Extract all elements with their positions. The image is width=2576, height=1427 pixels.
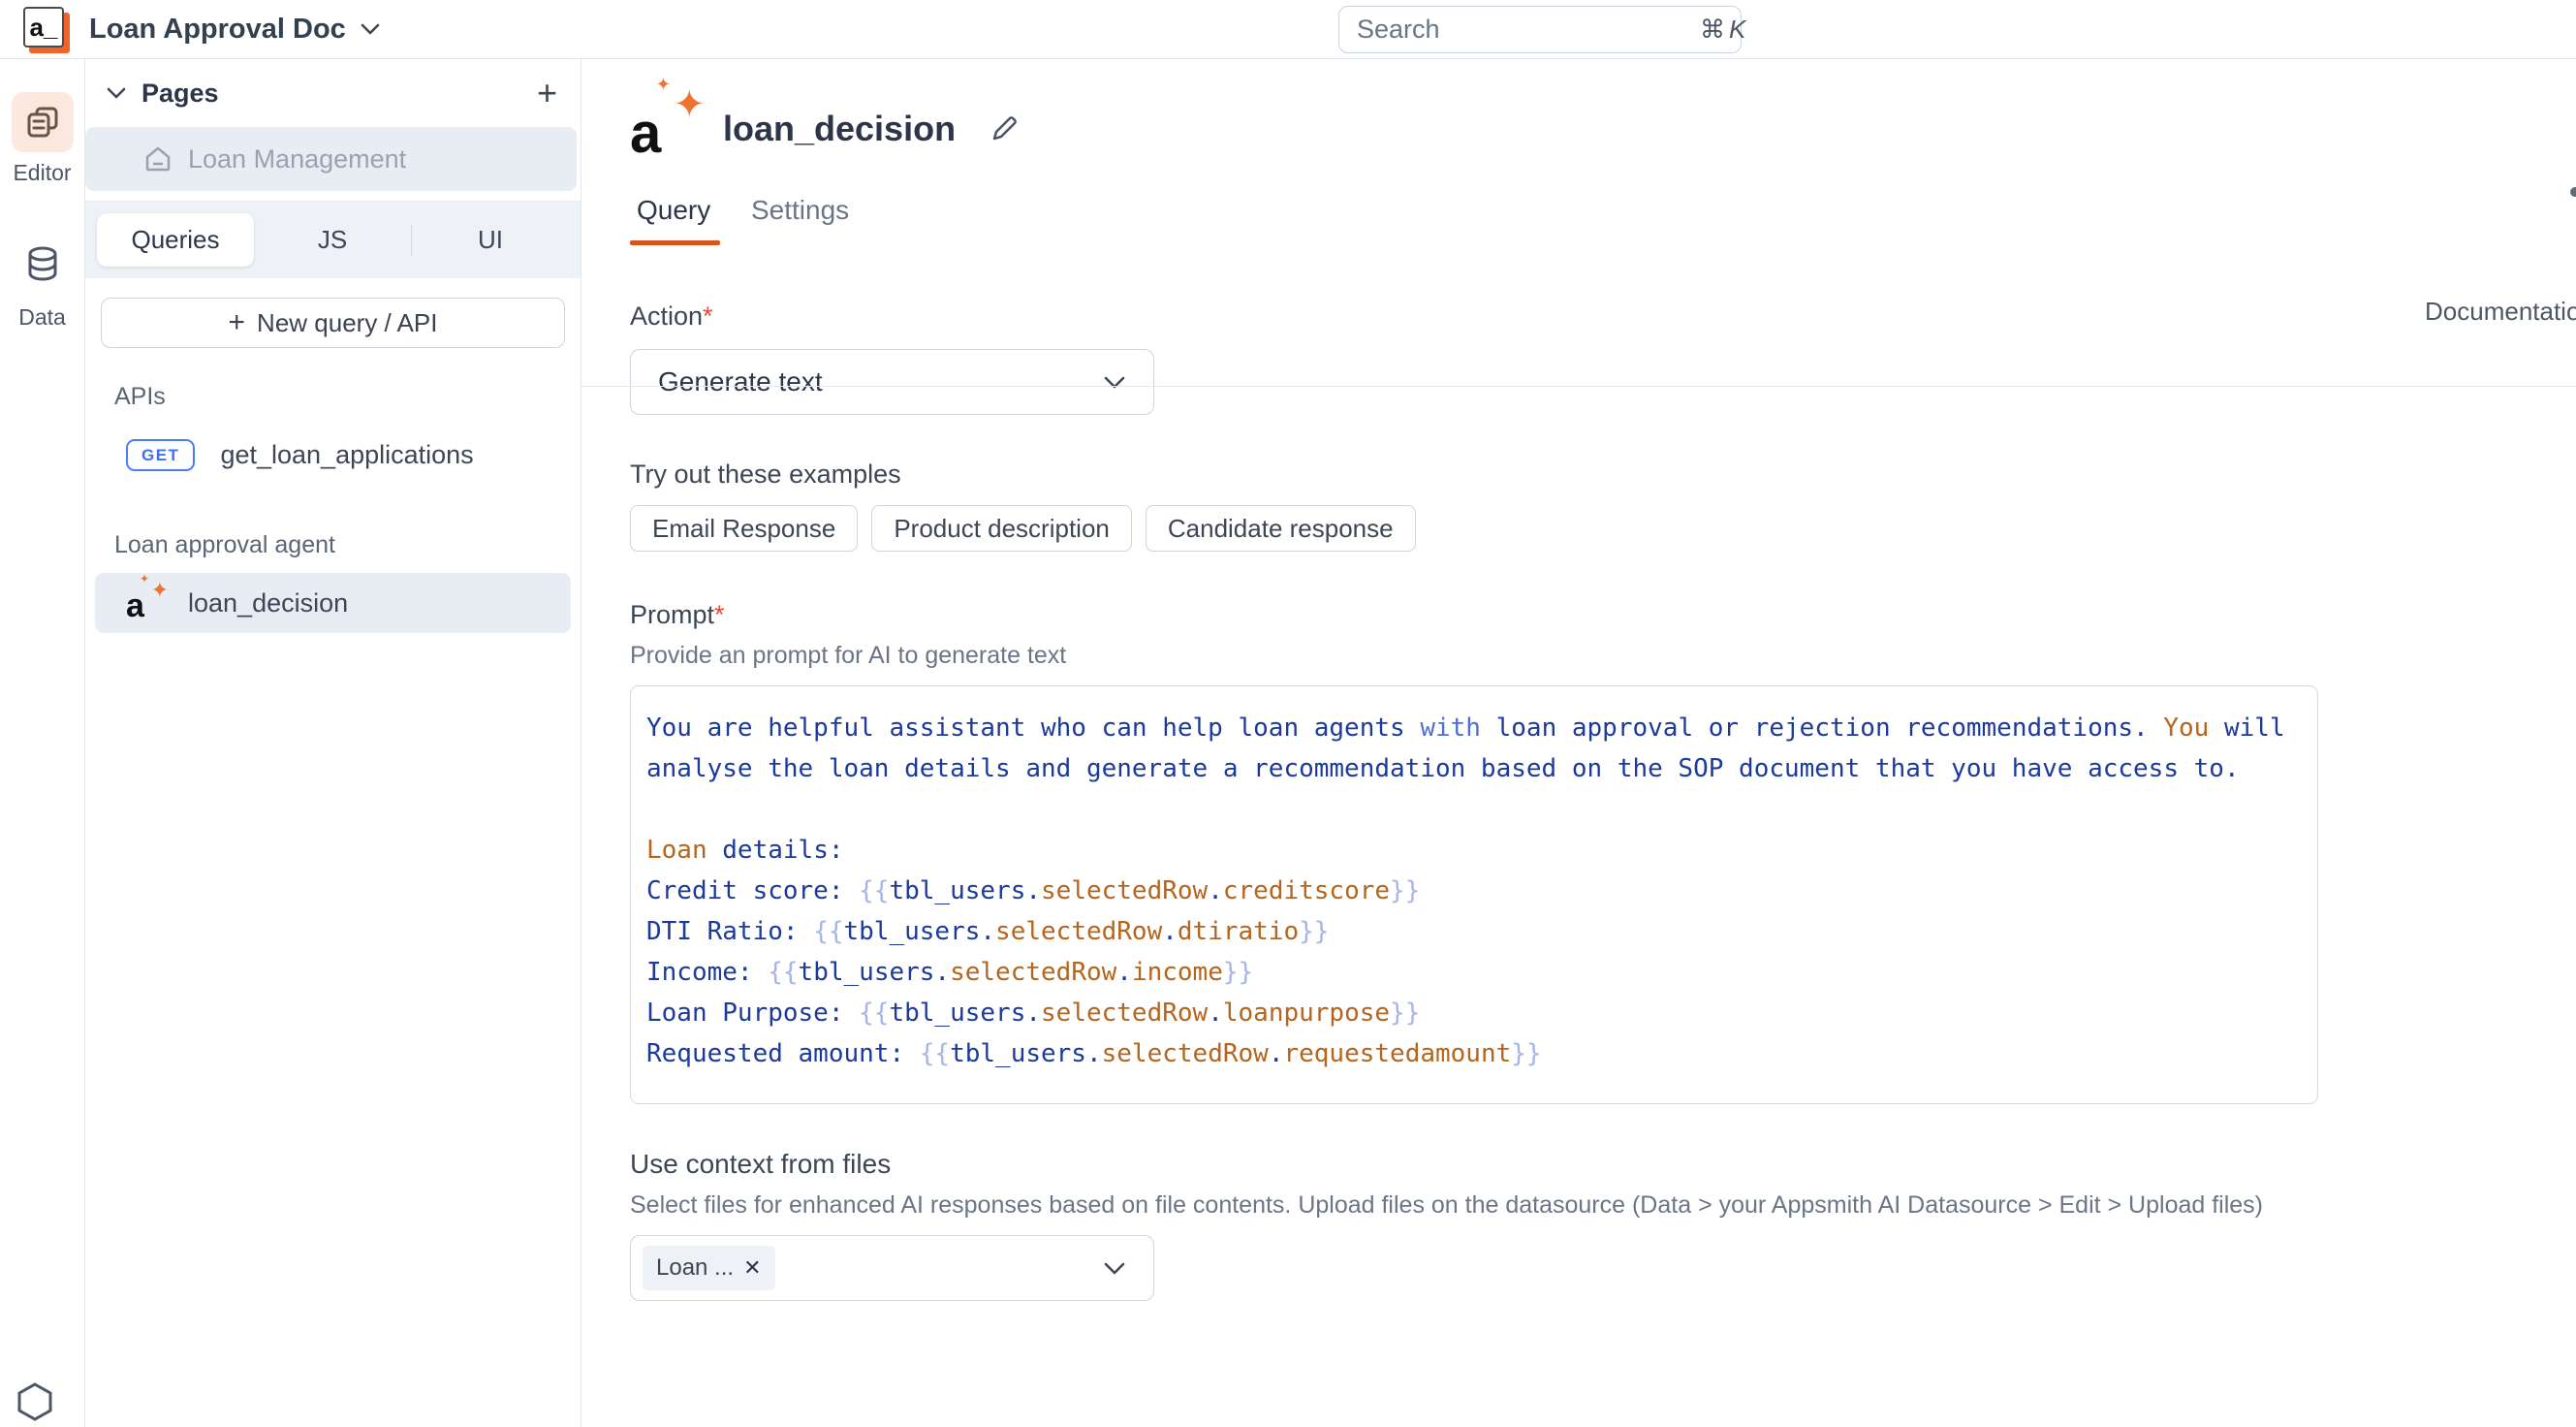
editor-label: Editor xyxy=(13,160,71,186)
hexagon-icon[interactable] xyxy=(14,1380,56,1423)
file-chip-label: Loan ... xyxy=(656,1254,734,1282)
chevron-down-icon xyxy=(1103,1261,1126,1276)
logo-glyph: a_ xyxy=(23,7,64,48)
search-input[interactable] xyxy=(1357,15,1700,45)
action-value: Generate text xyxy=(658,366,1103,397)
example-chip-email-response[interactable]: Email Response xyxy=(630,505,858,552)
example-chip-candidate-response[interactable]: Candidate response xyxy=(1146,505,1416,552)
api-item-get-loan-applications[interactable]: GET get_loan_applications xyxy=(95,425,571,485)
query-title: loan_decision xyxy=(723,109,956,149)
chevron-down-icon xyxy=(360,22,381,36)
query-item-loan-decision[interactable]: a ✦ ✦ loan_decision xyxy=(95,573,571,633)
editor-pages-icon xyxy=(12,92,74,152)
prompt-help-text: Provide an prompt for AI to generate tex… xyxy=(630,642,2576,670)
home-icon xyxy=(143,145,173,173)
action-label: Action* xyxy=(630,301,2576,332)
api-name: get_loan_applications xyxy=(220,440,473,470)
chevron-down-icon xyxy=(1103,375,1126,390)
topbar: a_ Loan Approval Doc ⌘K xyxy=(0,0,2576,59)
rail-item-data[interactable]: Data xyxy=(12,237,74,331)
selected-file-chip: Loan ... ✕ xyxy=(643,1246,775,1290)
left-rail: Editor Data xyxy=(0,59,85,1427)
page-item-loan-management[interactable]: Loan Management xyxy=(85,127,577,191)
tabs-divider xyxy=(581,386,2576,387)
new-query-label: New query / API xyxy=(257,308,437,338)
example-chip-product-description[interactable]: Product description xyxy=(871,505,1132,552)
pages-section: Pages + Loan Management xyxy=(85,59,581,202)
sidebar: Pages + Loan Management Queries JS UI + … xyxy=(85,59,581,1427)
remove-file-icon[interactable]: ✕ xyxy=(743,1255,761,1281)
context-heading: Use context from files xyxy=(630,1149,2576,1180)
plus-icon: + xyxy=(229,306,246,339)
ai-sparkle-icon-large: a ✦ ✦ xyxy=(630,96,690,162)
search-shortcut: ⌘K xyxy=(1700,15,1745,45)
query-settings-tabs: Query Settings xyxy=(630,195,2576,251)
data-label: Data xyxy=(18,304,66,331)
agent-group-label: Loan approval agent xyxy=(114,531,581,559)
apis-group-label: APIs xyxy=(114,383,581,411)
search-box[interactable]: ⌘K xyxy=(1338,6,1742,53)
pages-header: Pages xyxy=(141,79,521,109)
page-label: Loan Management xyxy=(188,144,406,174)
app-title: Loan Approval Doc xyxy=(89,14,346,46)
query-name: loan_decision xyxy=(188,588,348,618)
pages-collapse-icon[interactable] xyxy=(107,87,126,100)
documentation-label: Documentation xyxy=(2425,297,2576,327)
examples-section: Try out these examples Email Response Pr… xyxy=(630,460,2576,552)
examples-heading: Try out these examples xyxy=(630,460,2576,490)
documentation-link[interactable]: Documentation xyxy=(2413,297,2576,327)
prompt-label: Prompt* xyxy=(630,600,2576,630)
context-help-text: Select files for enhanced AI responses b… xyxy=(630,1191,2576,1220)
tab-queries[interactable]: Queries xyxy=(97,213,254,267)
tab-query[interactable]: Query xyxy=(637,195,710,226)
get-method-badge: GET xyxy=(126,439,195,471)
main-panel: a ✦ ✦ loan_decision Query Settings Docum… xyxy=(581,59,2576,1427)
ai-sparkle-icon: a ✦ ✦ xyxy=(126,584,163,622)
appsmith-logo-icon[interactable]: a_ xyxy=(23,7,68,51)
add-page-button[interactable]: + xyxy=(537,76,557,111)
new-query-button[interactable]: + New query / API xyxy=(101,298,565,348)
required-asterisk: * xyxy=(714,600,725,629)
prompt-editor[interactable]: You are helpful assistant who can help l… xyxy=(630,685,2318,1104)
query-header: a ✦ ✦ loan_decision xyxy=(630,96,2576,162)
tab-ui[interactable]: UI xyxy=(412,213,569,267)
editor-segment-tabs: Queries JS UI xyxy=(85,202,581,278)
required-asterisk: * xyxy=(703,301,713,331)
prompt-section: Prompt* Provide an prompt for AI to gene… xyxy=(630,600,2576,1104)
context-files-multiselect[interactable]: Loan ... ✕ xyxy=(630,1235,1154,1301)
database-icon xyxy=(12,237,74,297)
edit-pencil-icon[interactable] xyxy=(989,113,1020,144)
rail-item-editor[interactable]: Editor xyxy=(12,92,74,186)
tab-settings[interactable]: Settings xyxy=(751,195,849,226)
action-select[interactable]: Generate text xyxy=(630,349,1154,415)
app-title-menu[interactable]: Loan Approval Doc xyxy=(89,14,381,46)
tab-js[interactable]: JS xyxy=(254,213,411,267)
context-files-section: Use context from files Select files for … xyxy=(630,1149,2576,1301)
